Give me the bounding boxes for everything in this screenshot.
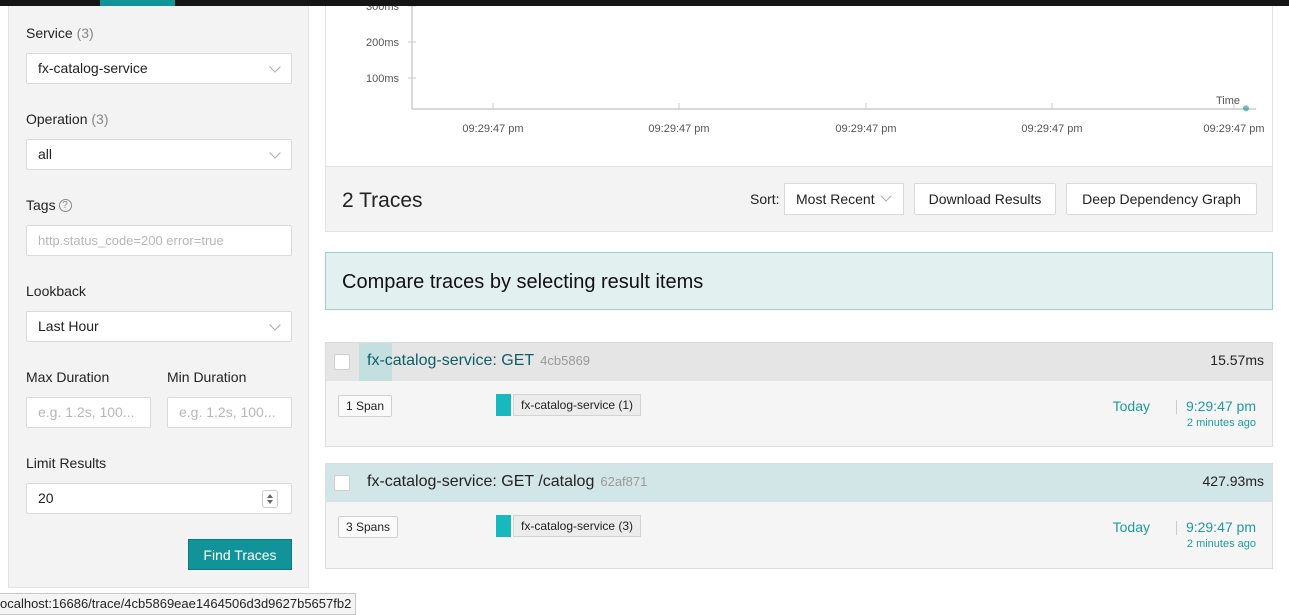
limit-results-input[interactable]: 20 (26, 483, 292, 514)
trace-select-checkbox[interactable] (334, 475, 350, 491)
deep-dependency-graph-button[interactable]: Deep Dependency Graph (1066, 183, 1257, 215)
lookback-label: Lookback (26, 283, 86, 299)
chart-svg: 300ms 200ms 100ms 09:29:47 pm 09:29:47 pm 09:… (366, 6, 1265, 135)
results-header: 2 Traces Sort: Most Recent Download Resu… (325, 166, 1273, 232)
find-traces-button[interactable]: Find Traces (188, 539, 292, 570)
download-results-button[interactable]: Download Results (914, 183, 1056, 215)
tags-input[interactable]: http.status_code=200 error=true (26, 225, 292, 256)
sort-label: Sort: (750, 191, 780, 207)
status-bar-url: ocalhost:16686/trace/4cb5869eae1464506d3… (0, 593, 357, 615)
traces-count: 2 Traces (342, 189, 423, 212)
y-tick-label: 200ms (366, 37, 400, 49)
limit-results-label: Limit Results (26, 455, 107, 471)
x-tick-label: 09:29:47 pm (1203, 123, 1264, 135)
trace-id: 62af871 (600, 474, 648, 489)
trace-title[interactable]: fx-catalog-service: GET 4cb5869 (367, 352, 590, 370)
trace-duration: 427.93ms (1202, 473, 1264, 489)
service-tag-label: fx-catalog-service (3) (513, 515, 642, 537)
sort-select-value: Most Recent (796, 191, 875, 207)
service-tag-label: fx-catalog-service (1) (513, 394, 642, 416)
compare-banner: Compare traces by selecting result items (325, 252, 1273, 310)
service-select[interactable]: fx-catalog-service (26, 53, 292, 84)
trace-id: 4cb5869 (540, 353, 591, 368)
trace-select-checkbox[interactable] (334, 354, 350, 370)
operation-label: Operation (3) (26, 111, 109, 127)
x-tick-label: 09:29:47 pm (835, 123, 896, 135)
trace-title[interactable]: fx-catalog-service: GET /catalog 62af871 (367, 473, 647, 491)
max-duration-label: Max Duration (26, 369, 110, 385)
trace-result-item[interactable]: fx-catalog-service: GET /catalog 62af871 … (325, 463, 1273, 569)
trace-day: Today (1112, 398, 1150, 414)
service-color-swatch (496, 394, 511, 416)
service-label: Service (3) (26, 25, 94, 41)
span-count-tag: 1 Span (338, 395, 393, 417)
operation-select-value: all (38, 146, 53, 162)
x-axis-label: Time (1216, 95, 1240, 107)
x-tick-label: 09:29:47 pm (462, 123, 523, 135)
trace-duration: 15.57ms (1210, 352, 1264, 368)
y-tick-label: 100ms (366, 73, 400, 85)
traces-scatter-chart: 300ms 200ms 100ms 09:29:47 pm 09:29:47 pm 09:… (325, 6, 1273, 166)
max-duration-input[interactable]: e.g. 1.2s, 100... (26, 397, 151, 428)
trace-relative-time: 2 minutes ago (1186, 538, 1256, 550)
tags-label: Tags? (26, 197, 72, 213)
min-duration-input[interactable]: e.g. 1.2s, 100... (167, 397, 292, 428)
chevron-down-icon (269, 319, 281, 331)
y-tick-label: 300ms (366, 6, 400, 13)
sort-select[interactable]: Most Recent (784, 183, 904, 215)
help-icon[interactable]: ? (58, 199, 72, 212)
span-count-tag: 3 Spans (338, 516, 399, 538)
service-color-swatch (496, 515, 511, 537)
trace-time: 9:29:47 pm (1185, 398, 1256, 414)
divider (1176, 400, 1177, 414)
x-tick-label: 09:29:47 pm (648, 123, 709, 135)
chevron-down-icon (269, 61, 281, 73)
chevron-down-icon (269, 147, 281, 159)
min-duration-label: Min Duration (167, 369, 247, 385)
lookback-select[interactable]: Last Hour (26, 311, 292, 342)
data-point (1243, 105, 1249, 112)
service-select-value: fx-catalog-service (38, 60, 148, 76)
number-stepper[interactable] (262, 490, 278, 508)
x-tick-label: 09:29:47 pm (1021, 123, 1082, 135)
trace-result-item[interactable]: fx-catalog-service: GET 4cb5869 15.57ms 1… (325, 342, 1273, 447)
trace-day: Today (1112, 519, 1150, 535)
operation-select[interactable]: all (26, 139, 292, 170)
lookback-select-value: Last Hour (38, 318, 99, 334)
chevron-down-icon (880, 190, 892, 202)
trace-relative-time: 2 minutes ago (1186, 417, 1256, 429)
divider (1176, 521, 1177, 535)
search-sidebar: Service (3) fx-catalog-service Operation… (8, 6, 309, 588)
trace-time: 9:29:47 pm (1185, 519, 1256, 535)
trace-header[interactable]: fx-catalog-service: GET /catalog 62af871 … (326, 464, 1272, 502)
compare-banner-text: Compare traces by selecting result items (342, 271, 704, 293)
trace-header[interactable]: fx-catalog-service: GET 4cb5869 15.57ms (326, 343, 1272, 381)
